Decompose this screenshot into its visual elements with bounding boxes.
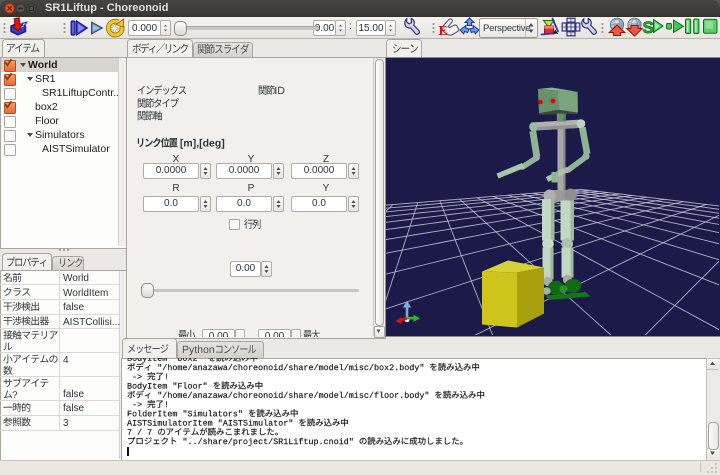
svg-text:S: S <box>643 18 654 37</box>
svg-text:E: E <box>439 24 448 38</box>
